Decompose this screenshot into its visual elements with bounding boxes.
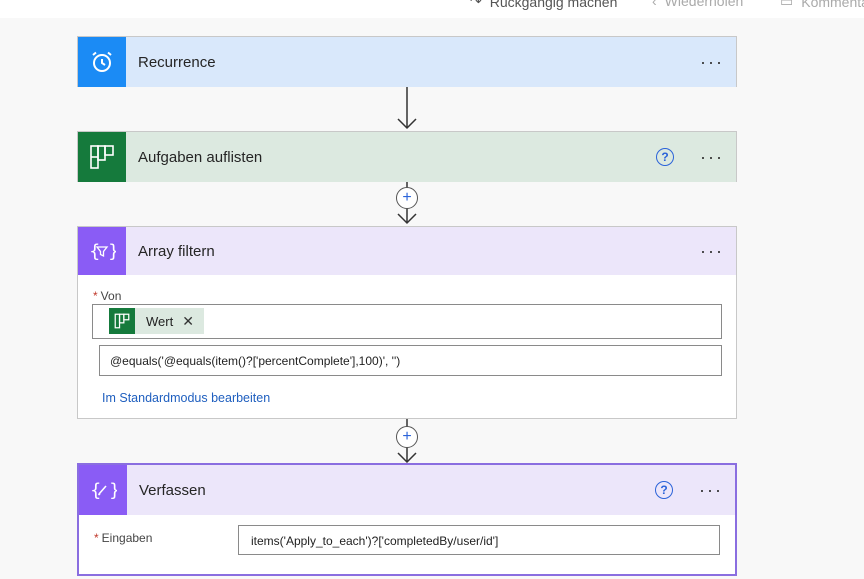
von-label: * Von [93, 289, 121, 303]
svg-text:}: } [109, 480, 117, 501]
required-marker: * [94, 531, 99, 545]
redo-label: Wiederholen [664, 0, 744, 9]
step-header[interactable]: { } Array filtern ··· [78, 227, 736, 275]
von-label-text: Von [100, 289, 122, 303]
svg-text:{: { [90, 480, 101, 501]
step-header[interactable]: Aufgaben auflisten ? ··· [78, 132, 736, 182]
more-options-icon[interactable]: ··· [700, 53, 724, 71]
step-title: Aufgaben auflisten [138, 148, 263, 166]
dynamic-content-token[interactable]: Wert ✕ [109, 308, 204, 334]
more-options-icon[interactable]: ··· [699, 481, 723, 499]
step-header[interactable]: Recurrence ··· [78, 37, 736, 87]
close-icon[interactable]: ✕ [182, 313, 194, 330]
token-label: Wert [146, 313, 174, 329]
svg-text:{: { [89, 241, 100, 262]
comment-icon: ▭ [780, 0, 794, 9]
insert-step-button[interactable]: + [396, 187, 418, 209]
help-icon[interactable]: ? [656, 148, 674, 166]
comment-label: Kommentar [801, 0, 864, 10]
help-icon[interactable]: ? [655, 481, 673, 499]
step-title: Recurrence [138, 53, 216, 71]
filter-expression-field[interactable]: @equals('@equals(item()?['percentComplet… [99, 345, 722, 376]
eingaben-label-text: Eingaben [101, 531, 153, 545]
step-title: Array filtern [138, 242, 215, 260]
edit-in-basic-mode-link[interactable]: Im Standardmodus bearbeiten [102, 391, 270, 405]
undo-button[interactable]: ↷ Rückgängig machen [470, 0, 617, 10]
step-card-aufgaben-auflisten[interactable]: Aufgaben auflisten ? ··· [77, 131, 737, 182]
insert-step-button[interactable]: + [396, 426, 418, 448]
connector-arrow [397, 87, 417, 130]
redo-icon: ‹ [652, 0, 657, 9]
undo-icon: ↷ [470, 0, 482, 9]
command-bar: ↷ Rückgängig machen ‹ Wiederholen ▭ Komm… [0, 0, 864, 18]
step-card-recurrence[interactable]: Recurrence ··· [77, 36, 737, 87]
redo-button[interactable]: ‹ Wiederholen [652, 0, 743, 9]
compose-braces-icon: { } [79, 465, 127, 515]
eingaben-label: * Eingaben [94, 531, 152, 545]
svg-text:}: } [108, 241, 116, 262]
step-card-array-filtern[interactable]: { } Array filtern ··· *Von Wert ✕ @equal… [77, 226, 737, 419]
von-field[interactable]: Wert ✕ [92, 304, 722, 339]
more-options-icon[interactable]: ··· [700, 242, 724, 260]
alarm-clock-icon [78, 37, 126, 87]
step-title: Verfassen [139, 481, 206, 499]
planner-icon [109, 308, 135, 334]
planner-icon [78, 132, 126, 182]
step-header[interactable]: { } Verfassen ? ··· [79, 465, 735, 515]
filter-braces-icon: { } [78, 227, 126, 275]
more-options-icon[interactable]: ··· [700, 148, 724, 166]
undo-label: Rückgängig machen [489, 0, 618, 10]
step-card-verfassen[interactable]: { } Verfassen ? ··· *Eingaben items('App… [77, 463, 737, 576]
comment-button[interactable]: ▭ Kommentar [780, 0, 864, 10]
required-marker: * [93, 289, 98, 303]
eingaben-field[interactable]: items('Apply_to_each')?['completedBy/use… [238, 525, 720, 555]
